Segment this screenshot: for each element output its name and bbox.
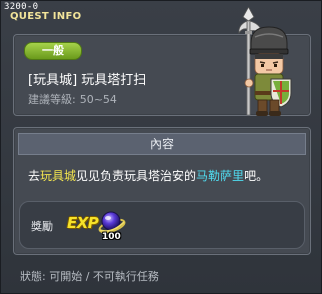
quest-name: [玩具城] 玩具塔打扫 [28,73,147,88]
category-badge: 一般 [24,42,82,60]
guard-npc-icon [238,7,292,116]
desc-text-3: 吧。 [244,169,269,183]
desc-npc-name: 马勒萨里 [196,169,245,183]
exp-label: EXP [67,214,99,232]
desc-text-1: 去 [28,169,41,183]
recommended-level: 建議等級: 50~54 [28,91,121,107]
level-label: 建議等級: [28,93,76,106]
reward-box [19,201,305,249]
desc-location: 玩具城 [40,169,77,183]
level-range: 50~54 [79,93,117,106]
content-header: 內容 [18,133,306,155]
quest-info-window: 3200-0 QUEST INFO 一般 [玩具城] 玩具塔打扫 建議等級: 50… [0,0,322,294]
window-title: QUEST INFO [10,11,82,22]
exp-amount: 100 [102,232,121,242]
reward-label: 獎勵 [31,220,53,233]
quest-description: 去玩具城见见负责玩具塔治安的马勒萨里吧。 [28,167,268,184]
desc-text-2: 见见负责玩具塔治安的 [76,169,197,183]
quest-status: 狀態: 可開始 / 不可執行任務 [20,270,159,283]
